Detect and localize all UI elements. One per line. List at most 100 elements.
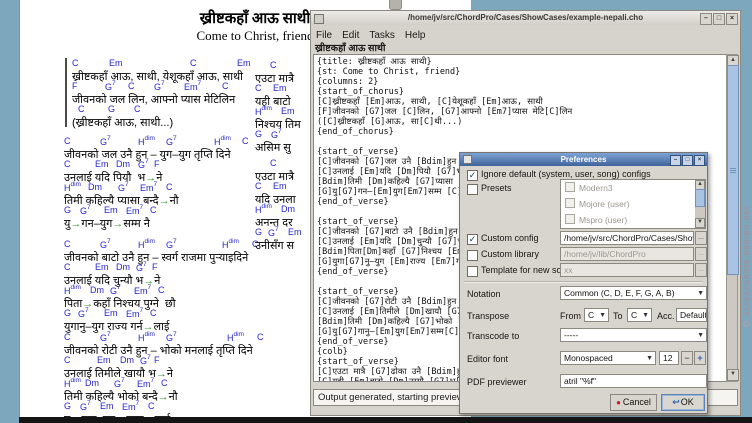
chord: C xyxy=(270,60,277,70)
chord: G xyxy=(64,401,71,411)
chord: Dm xyxy=(281,204,295,214)
presets-checkbox[interactable] xyxy=(467,184,478,195)
chord: Em xyxy=(97,355,111,365)
custom-config-field[interactable]: /home/jv/src/ChordPro/Cases/ShowCas xyxy=(560,231,694,245)
minimize-button[interactable]: – xyxy=(700,13,712,25)
chord: Hdim xyxy=(214,136,231,147)
presets-listbox[interactable]: Modern3Mojore (user)Mspro (user)Msttcore… xyxy=(560,179,706,229)
editor-window-title: /home/jv/src/ChordPro/Cases/ShowCases/ex… xyxy=(408,13,643,22)
presets-scrollbar-thumb[interactable] xyxy=(695,189,705,207)
editor-font-label: Editor font xyxy=(467,354,508,364)
menu-bar: FileEditTasksHelp xyxy=(311,25,740,40)
transpose-from-label: From xyxy=(560,311,581,321)
editor-vscrollbar[interactable]: ▲ ▼ xyxy=(726,54,738,382)
preset-checkbox xyxy=(565,214,575,224)
notation-dropdown[interactable]: Common (C, D, E, F, G, A, B)▼ xyxy=(560,286,707,300)
editor-font-dropdown[interactable]: Monospaced▼ xyxy=(560,351,656,365)
lyric-line: तिमी कहिल्यै भोको बन्दै→नौ xyxy=(64,389,274,401)
chord: G7 xyxy=(166,332,177,343)
chord: Em xyxy=(104,205,118,215)
transpose-acc-dropdown[interactable]: Default xyxy=(676,308,707,322)
scrollbar-thumb[interactable] xyxy=(727,65,739,275)
chord: Hdim xyxy=(138,239,155,250)
chord: C xyxy=(222,81,229,91)
chord: C xyxy=(134,104,141,114)
preset-item[interactable]: Modern3 xyxy=(561,180,705,196)
desktop: © screenshots.debian.net ख्रीष्टकहाँ आऊ … xyxy=(0,0,752,423)
chord: C xyxy=(161,378,168,388)
chord: G7 xyxy=(154,81,165,92)
preset-checkbox xyxy=(565,198,575,208)
dialog-close-button[interactable]: × xyxy=(694,155,705,166)
chord: G7 xyxy=(114,378,125,389)
font-size-field[interactable]: 12 xyxy=(659,351,679,365)
chorus-block: CEmCEmख्रीष्टकहाँ आऊ, साथी, येशूकहाँ आऊ,… xyxy=(65,58,282,127)
transpose-acc-label: Acc. xyxy=(657,311,675,321)
custom-config-browse-button[interactable]: ... xyxy=(695,231,707,245)
transpose-to-label: To xyxy=(613,311,623,321)
chord: C xyxy=(270,158,277,168)
lyric-line: यु→गन–युग→सम्म नै xyxy=(64,216,274,228)
cancel-button[interactable]: ●Cancel xyxy=(610,394,657,411)
preset-checkbox xyxy=(565,182,575,192)
preset-item[interactable]: Msttcorefonts (user) xyxy=(561,228,705,229)
chord: F xyxy=(152,262,158,272)
cancel-icon: ● xyxy=(616,398,621,407)
scroll-down-icon[interactable]: ▼ xyxy=(727,369,739,381)
presets-scroll-down-icon[interactable]: ▼ xyxy=(695,218,705,228)
lyric-line: जीवनको रोटी उनै हुन – भोको मनलाई तृप्ति … xyxy=(64,343,274,355)
chord: G7 xyxy=(80,401,91,412)
dialog-minimize-button[interactable]: – xyxy=(670,155,681,166)
chord: Em xyxy=(100,401,114,411)
chord: C xyxy=(242,136,249,146)
chord: C xyxy=(257,332,264,342)
notation-label: Notation xyxy=(467,289,501,299)
chord: Em7 xyxy=(137,378,154,389)
chord: Em xyxy=(237,58,251,68)
custom-library-field: /home/jv/lib/ChordPro xyxy=(560,247,694,261)
font-size-plus-button[interactable]: + xyxy=(694,351,706,365)
chord: Hdim xyxy=(227,332,244,343)
transcode-dropdown[interactable]: -----▼ xyxy=(560,328,707,342)
lyric-line: युगानु–युग राज्य गर्न→लाई xyxy=(64,319,274,331)
custom-library-checkbox[interactable] xyxy=(467,250,478,261)
transpose-to-dropdown[interactable]: C▼ xyxy=(627,308,652,322)
chord: C xyxy=(150,308,157,318)
chord: Dm xyxy=(116,159,130,169)
chord: G xyxy=(255,129,262,139)
maximize-button[interactable]: □ xyxy=(713,13,725,25)
copyright-icon: © xyxy=(741,319,751,330)
lyric-line: ख्रीष्टकहाँ आऊ, साथी, येशूकहाँ आऊ, साथी xyxy=(72,69,282,81)
preset-item[interactable]: Mojore (user) xyxy=(561,196,705,212)
chord: Em7 xyxy=(126,308,143,319)
editor-titlebar[interactable]: /home/jv/src/ChordPro/Cases/ShowCases/ex… xyxy=(311,11,740,26)
custom-config-checkbox[interactable]: ✓ xyxy=(467,234,478,245)
template-checkbox[interactable] xyxy=(467,266,478,277)
presets-scrollbar[interactable]: ▲ ▼ xyxy=(695,180,705,228)
chord: Dm xyxy=(116,262,130,272)
preset-item[interactable]: Mspro (user) xyxy=(561,212,705,228)
lyric-line: जीवनको जल उनै हुन – युग–युग तृप्ति दिने xyxy=(64,147,274,159)
menu-item-help[interactable]: Help xyxy=(400,29,431,42)
transpose-from-dropdown[interactable]: C▼ xyxy=(584,308,609,322)
template-field: xx xyxy=(560,263,694,277)
chord: Hdim xyxy=(64,378,81,389)
lyric-line: तिमी कहिल्यै प्यासा बन्दै→नौ xyxy=(64,193,274,205)
pdf-previewer-field[interactable]: atril "%f" xyxy=(560,374,707,388)
chord: Em7 xyxy=(134,285,151,296)
font-size-minus-button[interactable]: − xyxy=(681,351,693,365)
preferences-titlebar[interactable]: Preferences – □ × xyxy=(460,153,707,166)
dialog-maximize-button[interactable]: □ xyxy=(682,155,693,166)
chord: C xyxy=(158,285,165,295)
chord: G xyxy=(108,104,115,114)
close-button[interactable]: × xyxy=(726,13,738,25)
chord: Em7 xyxy=(184,81,201,92)
chord: C xyxy=(78,104,85,114)
chord: Dm xyxy=(88,182,102,192)
chord: Dm xyxy=(120,355,134,365)
ignore-default-checkbox[interactable]: ✓ xyxy=(467,170,478,181)
ok-button[interactable]: ↩OK xyxy=(661,394,705,411)
chord: F xyxy=(72,81,78,91)
chord: Em xyxy=(273,181,287,191)
chord: G7 xyxy=(110,285,121,296)
